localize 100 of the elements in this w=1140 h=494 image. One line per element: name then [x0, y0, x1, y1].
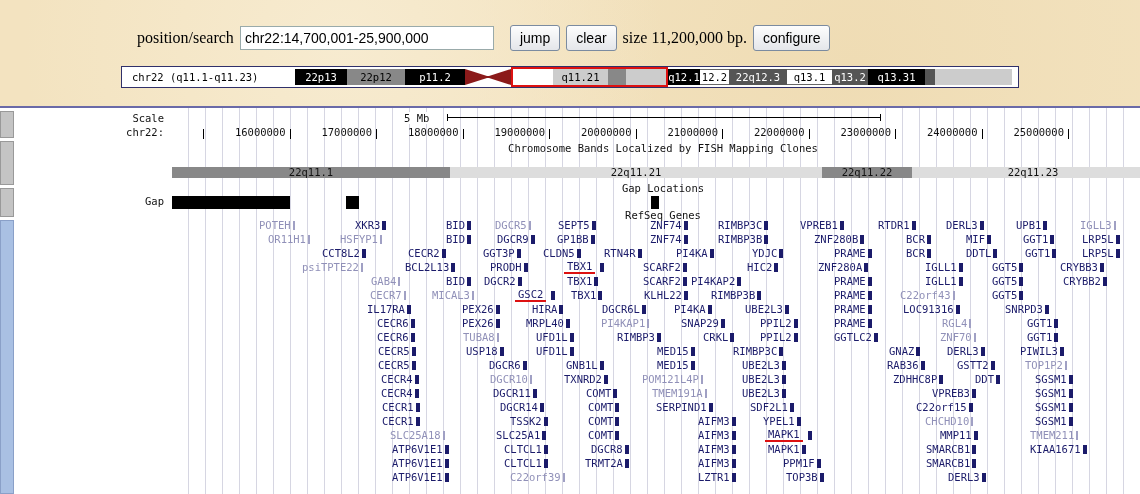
- gene-link[interactable]: BCL2L13: [405, 261, 450, 273]
- configure-button[interactable]: configure: [752, 25, 831, 51]
- action-button[interactable]: jump: [509, 25, 561, 51]
- gene-link[interactable]: CECR1: [382, 415, 414, 427]
- gene-link[interactable]: USP18: [466, 345, 498, 357]
- chromosome-band[interactable]: q13.31: [868, 69, 925, 85]
- gene-link[interactable]: TBX1: [567, 275, 593, 287]
- gene-link[interactable]: UPB1: [1016, 219, 1042, 231]
- gene-link[interactable]: TBX1: [564, 261, 596, 274]
- position-field[interactable]: chr22:14,700,001-25,900,000: [239, 26, 494, 50]
- gene-link[interactable]: GGT1: [1023, 233, 1049, 245]
- gene-link[interactable]: CECR1: [382, 401, 414, 413]
- gene-link[interactable]: PPIL2: [760, 331, 792, 343]
- gene-link[interactable]: KIAA1671: [1030, 443, 1081, 455]
- gene-link[interactable]: CLTCL1: [504, 457, 542, 469]
- gene-link[interactable]: UBE2L3: [742, 359, 780, 371]
- gene-link[interactable]: YDJC: [752, 247, 778, 259]
- gene-link[interactable]: SDF2L1: [750, 401, 788, 413]
- gene-link[interactable]: SMARCB1: [926, 457, 971, 469]
- gene-link[interactable]: MED15: [657, 359, 689, 371]
- gene-link[interactable]: SLC25A1: [496, 429, 541, 441]
- gene-link[interactable]: PRAME: [834, 303, 866, 315]
- gene-link[interactable]: GGT3P: [483, 247, 515, 259]
- gene-link[interactable]: TRMT2A: [585, 457, 623, 469]
- gene-link[interactable]: VPREB3: [932, 387, 970, 399]
- gene-link[interactable]: DGCR6: [489, 359, 521, 371]
- gene-link[interactable]: UBE2L3: [742, 387, 780, 399]
- gene-link[interactable]: PRAME: [834, 247, 866, 259]
- gene-link[interactable]: ATP6V1E1: [392, 471, 443, 483]
- gene-link[interactable]: ZNF74: [650, 219, 682, 231]
- gene-link[interactable]: CECR6: [377, 317, 409, 329]
- gene-link[interactable]: CECR2: [408, 247, 440, 259]
- gene-link[interactable]: SEPT5: [558, 219, 590, 231]
- gene-link[interactable]: COMT: [588, 415, 614, 427]
- gene-link[interactable]: CRKL: [703, 331, 729, 343]
- gene-link[interactable]: PPIL2: [760, 317, 792, 329]
- gene-link[interactable]: RIMBP3B: [718, 233, 763, 245]
- gene-link[interactable]: DDTL: [966, 247, 992, 259]
- gene-link[interactable]: CECR5: [378, 345, 410, 357]
- gene-link[interactable]: TBX1: [571, 289, 597, 301]
- gene-link[interactable]: ZNF74: [650, 233, 682, 245]
- gene-link[interactable]: SGSM1: [1035, 373, 1067, 385]
- gene-link[interactable]: IGLL1: [925, 275, 957, 287]
- gene-link[interactable]: DGCR2: [484, 275, 516, 287]
- gene-link[interactable]: ZDHHC8P: [893, 373, 938, 385]
- gene-link[interactable]: SGSM1: [1035, 387, 1067, 399]
- gene-link[interactable]: DGCR14: [500, 401, 538, 413]
- gene-link[interactable]: COMT: [588, 401, 614, 413]
- gene-link[interactable]: ZNF280B: [814, 233, 859, 245]
- gene-link[interactable]: MAPK1: [768, 443, 800, 455]
- gene-link[interactable]: MIF: [966, 233, 985, 245]
- gene-link[interactable]: SNRPD3: [1005, 303, 1043, 315]
- gene-link[interactable]: TOP3B: [786, 471, 818, 483]
- gene-link[interactable]: GGT1: [1027, 317, 1053, 329]
- chromosome-band[interactable]: 22p12: [347, 69, 405, 85]
- gene-link[interactable]: DERL3: [947, 345, 979, 357]
- gene-link[interactable]: CCT8L2: [322, 247, 360, 259]
- gene-link[interactable]: MRPL40: [526, 317, 564, 329]
- gene-link[interactable]: TXNRD2: [564, 373, 602, 385]
- gene-link[interactable]: COMT: [586, 387, 612, 399]
- chromosome-band[interactable]: q11.21: [553, 69, 608, 85]
- gene-link[interactable]: MAPK1: [765, 429, 803, 442]
- gene-link[interactable]: RIMBP3: [617, 331, 655, 343]
- gene-link[interactable]: MMP11: [940, 429, 972, 441]
- gene-link[interactable]: GGTLC2: [834, 331, 872, 343]
- gene-link[interactable]: RAB36: [887, 359, 919, 371]
- gene-link[interactable]: DERL3: [946, 219, 978, 231]
- gene-link[interactable]: RTDR1: [878, 219, 910, 231]
- gene-link[interactable]: CECR4: [381, 373, 413, 385]
- gene-link[interactable]: UFD1L: [536, 331, 568, 343]
- gene-link[interactable]: PIWIL3: [1020, 345, 1058, 357]
- gene-link[interactable]: KLHL22: [644, 289, 682, 301]
- gene-link[interactable]: GGT5: [992, 261, 1018, 273]
- gene-link[interactable]: PRODH: [490, 261, 522, 273]
- gene-link[interactable]: BCR: [906, 247, 925, 259]
- gene-link[interactable]: RIMBP3B: [711, 289, 756, 301]
- gene-link[interactable]: DGCR6L: [602, 303, 640, 315]
- gene-link[interactable]: SCARF2: [643, 261, 681, 273]
- gene-link[interactable]: XKR3: [355, 219, 381, 231]
- gene-link[interactable]: UFD1L: [536, 345, 568, 357]
- gene-link[interactable]: BID: [446, 275, 465, 287]
- gene-link[interactable]: BID: [446, 219, 465, 231]
- gene-link[interactable]: CECR4: [381, 387, 413, 399]
- gene-link[interactable]: PI4KAP2: [691, 275, 736, 287]
- chromosome-ideogram[interactable]: chr22 (q11.1-q11.23) 22p13 22p12 p11.2 q11.21 q12.1 12.2 22q12.3 q13.1 q13.2 q13.31: [121, 66, 1019, 88]
- gene-link[interactable]: PRAME: [834, 289, 866, 301]
- gene-link[interactable]: C22orf15: [916, 401, 967, 413]
- gene-link[interactable]: TSSK2: [510, 415, 542, 427]
- gene-link[interactable]: IGLL1: [925, 261, 957, 273]
- gene-link[interactable]: GP1BB: [557, 233, 589, 245]
- gene-link[interactable]: PPM1F: [783, 457, 815, 469]
- gene-link[interactable]: LRP5L: [1082, 233, 1114, 245]
- gene-link[interactable]: SMARCB1: [926, 443, 971, 455]
- chromosome-band[interactable]: p11.2: [405, 69, 465, 85]
- gene-link[interactable]: DDT: [975, 373, 994, 385]
- gene-link[interactable]: GGT1: [1025, 247, 1051, 259]
- gene-link[interactable]: RIMBP3C: [718, 219, 763, 231]
- gene-link[interactable]: RTN4R: [604, 247, 636, 259]
- gene-link[interactable]: SERPIND1: [656, 401, 707, 413]
- action-button[interactable]: clear: [566, 25, 617, 51]
